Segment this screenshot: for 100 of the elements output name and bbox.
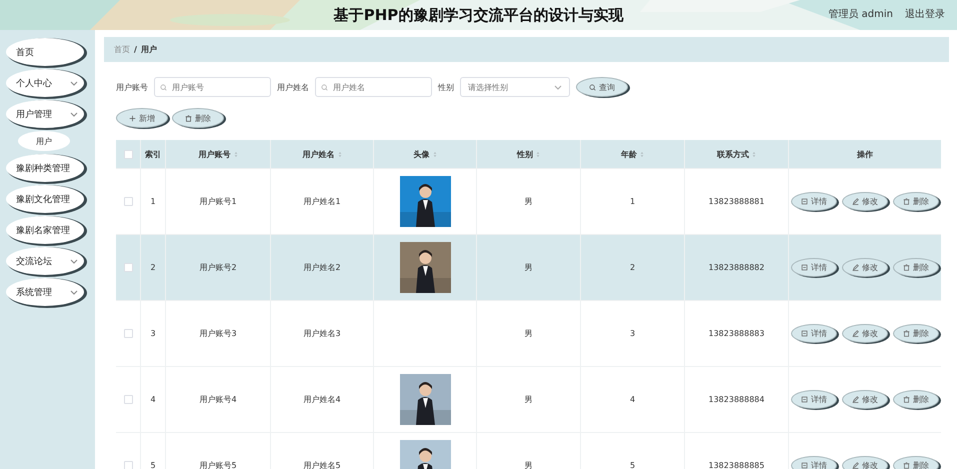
detail-button[interactable]: 详情 [791,456,837,469]
column-header: 联系方式 [717,148,749,160]
table-cell: 男 [524,328,532,339]
table-cell: 2 [150,263,156,272]
delete-button[interactable]: 删除 [172,108,224,128]
table-cell: 5 [630,461,636,469]
menu-item[interactable]: 豫剧种类管理 [6,154,84,182]
table-cell: 1 [150,197,156,206]
chevron-icon [70,258,78,264]
table-cell: 男 [524,262,532,273]
table-cell: 5 [150,461,156,469]
search-button[interactable]: 查询 [576,77,628,97]
table-cell: 男 [524,394,532,405]
column-header: 头像 [414,148,430,160]
delete-button[interactable]: 删除 [893,192,939,211]
delete-button[interactable]: 删除 [893,324,939,343]
delete-button[interactable]: 删除 [893,390,939,409]
logout-link[interactable]: 退出登录 [905,7,945,21]
detail-button[interactable]: 详情 [791,192,837,211]
table-cell: 用户姓名2 [303,262,341,273]
table-cell: 3 [630,329,636,338]
search-field[interactable]: 用户账号 [154,77,271,97]
submenu-item[interactable]: 用户 [18,131,70,151]
checkbox[interactable] [124,395,132,404]
trash-icon [903,462,910,469]
trash-icon [185,114,192,122]
search-icon [589,84,596,90]
table-row[interactable]: 2 用户账号2 用户姓名2 男 2 13823888882 详情 修改 删除 [116,235,941,301]
menu-item[interactable]: 交流论坛 [6,247,84,275]
menu-item[interactable]: 豫剧文化管理 [6,185,84,213]
edit-button[interactable]: 修改 [842,192,888,211]
site-title: 基于PHP的豫剧学习交流平台的设计与实现 [334,6,624,24]
delete-button[interactable]: 删除 [893,456,939,469]
chevron-icon [554,85,562,90]
pencil-icon [852,198,859,205]
document-icon [801,330,808,337]
table-cell: 13823888885 [708,461,764,469]
table-cell: 用户账号4 [199,394,237,405]
checkbox[interactable] [124,329,132,338]
breadcrumb-item[interactable]: 用户 [140,44,157,55]
table-cell: 用户姓名1 [303,196,341,207]
column-header: 操作 [857,148,873,160]
add-button[interactable]: 新增 [116,108,168,128]
menu-item[interactable]: 系统管理 [6,278,84,306]
table-cell: 13823888883 [708,329,764,338]
table-cell: 用户账号5 [199,460,237,469]
table-row[interactable]: 3 用户账号3 用户姓名3 男 3 13823888883 详情 修改 删除 [116,301,941,367]
detail-button[interactable]: 详情 [791,258,837,277]
edit-button[interactable]: 修改 [842,390,888,409]
menu-item[interactable]: 首页 [6,38,84,66]
table-cell: 用户姓名3 [303,328,341,339]
menu-item[interactable]: 个人中心 [6,69,84,97]
search-field[interactable]: 用户姓名 [315,77,432,97]
pencil-icon [852,396,859,403]
detail-button[interactable]: 详情 [791,324,837,343]
edit-button[interactable]: 修改 [842,456,888,469]
chevron-icon [70,112,78,116]
table-cell: 4 [630,395,636,404]
document-icon [801,264,808,271]
table-cell: 3 [150,329,156,338]
select-field[interactable]: 请选择性别 [460,77,570,97]
detail-button[interactable]: 详情 [791,390,837,409]
checkbox[interactable] [124,150,132,158]
edit-button[interactable]: 修改 [842,258,888,277]
breadcrumb-separator: / [134,45,137,54]
column-header: 索引 [145,148,161,160]
table-cell: 2 [630,263,636,272]
table-cell: 用户账号1 [199,196,237,207]
field-label: 用户姓名 [277,82,309,92]
table-cell: 13823888882 [708,263,764,272]
checkbox[interactable] [124,197,132,206]
checkbox[interactable] [124,263,132,272]
table-cell: 男 [524,460,532,469]
field-label: 用户账号 [116,82,148,92]
delete-button[interactable]: 删除 [893,258,939,277]
menu-item[interactable]: 豫剧名家管理 [6,216,84,244]
pencil-icon [852,330,859,337]
checkbox[interactable] [124,461,132,469]
menu-item[interactable]: 用户管理 [6,100,84,128]
user-label: 管理员 admin [828,8,893,21]
pencil-icon [852,264,859,271]
edit-button[interactable]: 修改 [842,324,888,343]
document-icon [801,198,808,205]
document-icon [801,396,808,403]
table-cell: 用户账号3 [199,328,237,339]
table-cell: 用户账号2 [199,262,237,273]
trash-icon [903,330,910,337]
pencil-icon [852,462,859,469]
column-header: 性别 [517,148,533,160]
field-label: 性别 [438,82,454,92]
table-cell: 4 [150,395,156,404]
table-row[interactable]: 4 用户账号4 用户姓名4 男 4 13823888884 详情 修改 删除 [116,367,941,433]
table-row[interactable]: 5 用户账号5 用户姓名5 男 5 13823888885 详情 修改 删除 [116,433,941,469]
table-cell: 用户姓名5 [303,460,341,469]
table-cell: 用户姓名4 [303,394,341,405]
trash-icon [903,396,910,403]
column-header: 年龄 [621,148,637,160]
trash-icon [903,264,910,271]
plus-icon [129,114,136,122]
chevron-icon [70,290,78,294]
